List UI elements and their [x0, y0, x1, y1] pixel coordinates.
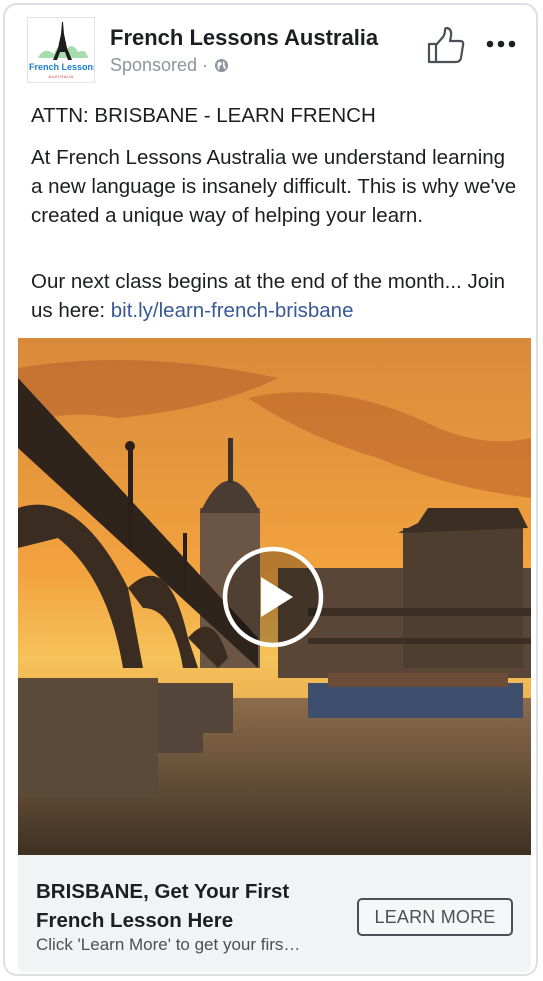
thumbs-up-icon[interactable] — [425, 25, 467, 67]
post-header: French Lessons AUSTRALIA French Lessons … — [27, 17, 527, 85]
cta-description: Click 'Learn More' to get your firs… — [36, 935, 301, 954]
play-icon[interactable] — [221, 545, 325, 649]
sponsored-label[interactable]: Sponsored · — [110, 55, 208, 76]
page-logo[interactable]: French Lessons AUSTRALIA — [27, 17, 95, 83]
logo-text: French Lessons — [29, 62, 95, 72]
call-to-action-box[interactable]: BRISBANE, Get Your First French Lesson H… — [18, 855, 531, 972]
globe-icon — [215, 58, 229, 73]
page-name-link[interactable]: French Lessons Australia — [110, 25, 378, 51]
post-link[interactable]: bit.ly/learn-french-brisbane — [111, 299, 354, 322]
more-options-icon[interactable] — [485, 37, 517, 51]
post-meta: Sponsored · — [110, 55, 229, 76]
post-headline: ATTN: BRISBANE - LEARN FRENCH — [31, 104, 376, 127]
cta-title[interactable]: BRISBANE, Get Your First French Lesson H… — [36, 877, 356, 935]
video-thumbnail[interactable] — [18, 338, 531, 855]
sponsored-post-card: French Lessons AUSTRALIA French Lessons … — [3, 3, 538, 976]
learn-more-button[interactable]: LEARN MORE — [357, 898, 513, 936]
post-paragraph-1: At French Lessons Australia we understan… — [31, 146, 517, 227]
post-paragraph-2: Our next class begins at the end of the … — [31, 267, 521, 325]
logo-subtext: AUSTRALIA — [48, 74, 74, 79]
